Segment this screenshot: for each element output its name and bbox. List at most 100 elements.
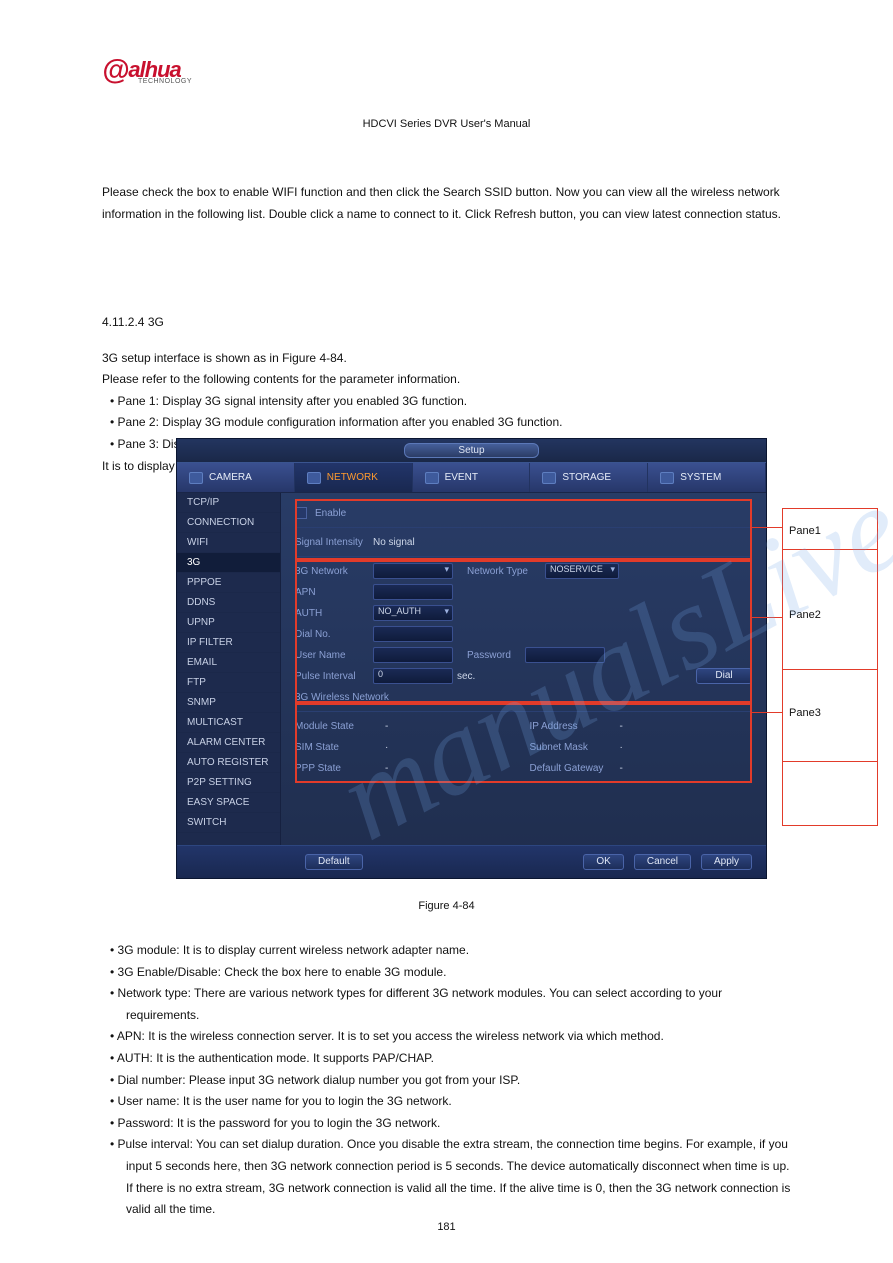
password-label: Password (467, 650, 525, 661)
networktype-select[interactable]: NOSERVICE (545, 563, 619, 579)
section-heading: 4.11.2.4 3G (102, 312, 793, 334)
pulse-label: Pulse Interval (295, 671, 373, 682)
divider (295, 527, 752, 528)
divider (295, 556, 752, 557)
ipaddress-label: IP Address (530, 721, 620, 732)
tab-storage[interactable]: STORAGE (530, 463, 648, 492)
signal-value: No signal (373, 537, 415, 548)
brand-tagline: TECHNOLOGY (138, 78, 192, 85)
sidebar-item-email[interactable]: EMAIL (177, 653, 280, 673)
apn-row: APN (295, 582, 752, 602)
username-input[interactable] (373, 647, 453, 663)
apn-label: APN (295, 587, 373, 598)
sidebar-item-autoregister[interactable]: AUTO REGISTER (177, 753, 280, 773)
pane3-label: Pane3 (789, 707, 821, 719)
sim-state-value: · (385, 742, 388, 753)
tab-event[interactable]: EVENT (413, 463, 531, 492)
sidebar-item-switch[interactable]: SWITCH (177, 813, 280, 833)
gateway-label: Default Gateway (530, 763, 620, 774)
tab-camera[interactable]: CAMERA (177, 463, 295, 492)
sec-label: sec. (457, 671, 475, 682)
networktype-label: Network Type (467, 566, 545, 577)
bullet-pane1: Pane 1: Display 3G signal intensity afte… (126, 391, 793, 413)
username-label: User Name (295, 650, 373, 661)
content-pane: Enable Signal Intensity No signal 3G Net… (281, 493, 766, 845)
params-list: 3G module: It is to display current wire… (102, 940, 793, 1221)
signal-label: Signal Intensity (295, 537, 373, 548)
sidebar-item-upnp[interactable]: UPNP (177, 613, 280, 633)
sidebar-item-pppoe[interactable]: PPPOE (177, 573, 280, 593)
g3wireless-label: 3G Wireless Network (295, 692, 389, 703)
event-icon (425, 472, 439, 484)
titlebar: Setup (177, 439, 766, 463)
tab-system[interactable]: SYSTEM (648, 463, 766, 492)
paragraph-wifi-desc: Please check the box to enable WIFI func… (102, 182, 793, 225)
camera-icon (189, 472, 203, 484)
pane-labels-box: Pane1 Pane2 Pane3 (782, 508, 878, 826)
sidebar-item-alarmcenter[interactable]: ALARM CENTER (177, 733, 280, 753)
dialno-row: Dial No. (295, 624, 752, 644)
password-input[interactable] (525, 647, 605, 663)
auth-row: AUTH NO_AUTH (295, 603, 752, 623)
sidebar-item-p2p[interactable]: P2P SETTING (177, 773, 280, 793)
default-button[interactable]: Default (305, 854, 363, 870)
pulse-input[interactable]: 0 (373, 668, 453, 684)
signal-row: Signal Intensity No signal (295, 532, 752, 552)
apn-input[interactable] (373, 584, 453, 600)
g3network-select[interactable] (373, 563, 453, 579)
apply-button[interactable]: Apply (701, 854, 752, 870)
divider (295, 711, 752, 712)
ppp-state-value: - (385, 763, 388, 774)
status-grid: Module State- IP Address- SIM State· Sub… (295, 716, 752, 779)
sidebar-item-ipfilter[interactable]: IP FILTER (177, 633, 280, 653)
g3wireless-row: 3G Wireless Network (295, 687, 752, 707)
ipaddress-value: - (620, 721, 623, 732)
sidebar-item-3g[interactable]: 3G (177, 553, 280, 573)
window-title: Setup (404, 443, 539, 458)
enable-checkbox[interactable] (295, 507, 307, 519)
bullet-pane2: Pane 2: Display 3G module configuration … (126, 412, 793, 434)
module-state-value: - (385, 721, 388, 732)
setup-window: Setup CAMERA NETWORK EVENT STORAGE SYSTE… (176, 438, 767, 879)
enable-row: Enable (295, 503, 752, 523)
para-sub: Please refer to the following contents f… (102, 369, 793, 391)
ok-button[interactable]: OK (583, 854, 623, 870)
pane2-label: Pane2 (789, 609, 821, 621)
sidebar: TCP/IP CONNECTION WIFI 3G PPPOE DDNS UPN… (177, 493, 281, 845)
sidebar-item-ddns[interactable]: DDNS (177, 593, 280, 613)
page-number: 181 (0, 1221, 893, 1233)
username-row: User Name Password (295, 645, 752, 665)
para-intro: 3G setup interface is shown as in Figure… (102, 348, 793, 370)
enable-label: Enable (315, 508, 346, 519)
subnetmask-value: · (620, 742, 623, 753)
sidebar-item-multicast[interactable]: MULTICAST (177, 713, 280, 733)
pulse-row: Pulse Interval 0 sec. Dial (295, 666, 752, 686)
dialno-input[interactable] (373, 626, 453, 642)
module-state-label: Module State (295, 721, 385, 732)
sidebar-item-tcpip[interactable]: TCP/IP (177, 493, 280, 513)
figure-caption: Figure 4-84 (102, 900, 791, 912)
network-icon (307, 472, 321, 484)
main-tabs: CAMERA NETWORK EVENT STORAGE SYSTEM (177, 463, 766, 493)
tab-network[interactable]: NETWORK (295, 463, 413, 492)
g3network-label: 3G Network (295, 566, 373, 577)
cancel-button[interactable]: Cancel (634, 854, 691, 870)
sidebar-item-wifi[interactable]: WIFI (177, 533, 280, 553)
connector-1 (752, 527, 782, 528)
system-icon (660, 472, 674, 484)
auth-label: AUTH (295, 608, 373, 619)
sidebar-item-ftp[interactable]: FTP (177, 673, 280, 693)
sidebar-item-connection[interactable]: CONNECTION (177, 513, 280, 533)
storage-icon (542, 472, 556, 484)
sidebar-item-snmp[interactable]: SNMP (177, 693, 280, 713)
subnetmask-label: Subnet Mask (530, 742, 620, 753)
dial-button[interactable]: Dial (696, 668, 752, 684)
footer-bar: Default OK Cancel Apply (177, 845, 766, 878)
auth-select[interactable]: NO_AUTH (373, 605, 453, 621)
sidebar-item-easyspace[interactable]: EASY SPACE (177, 793, 280, 813)
doc-title: HDCVI Series DVR User's Manual (102, 118, 791, 130)
pane1-label: Pane1 (789, 525, 821, 537)
connector-3 (752, 712, 782, 713)
gateway-value: - (620, 763, 623, 774)
connector-2 (752, 617, 782, 618)
